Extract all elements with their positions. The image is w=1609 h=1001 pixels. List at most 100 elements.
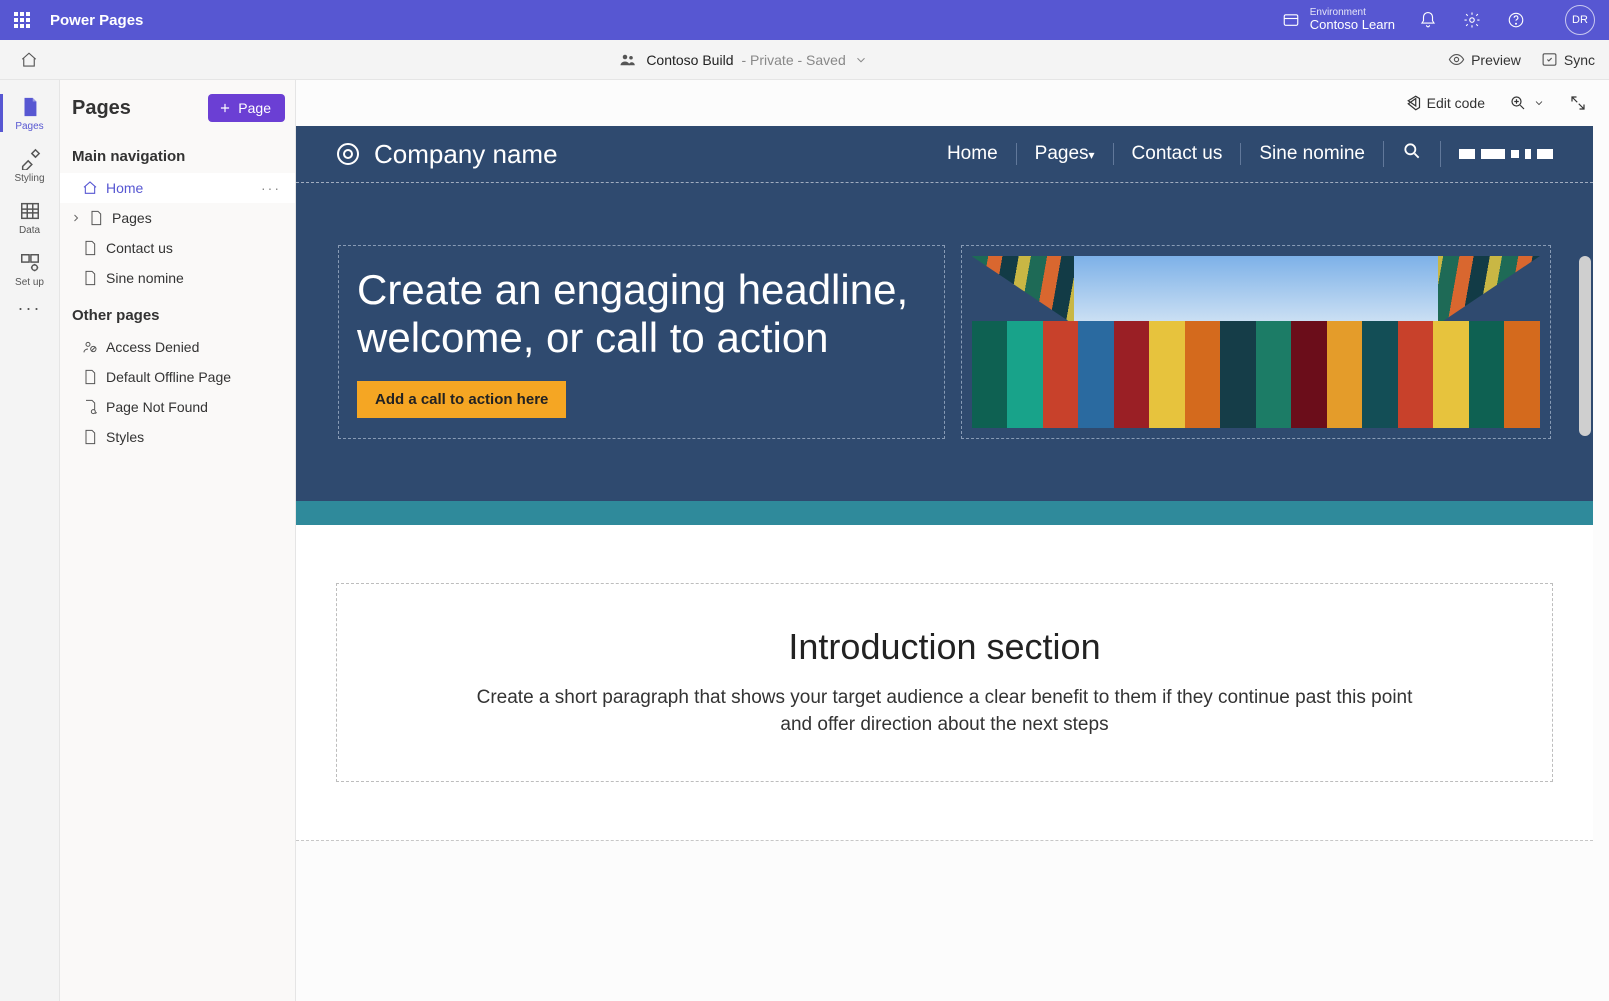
page-icon [88,210,104,226]
rail-styling[interactable]: Styling [0,140,60,190]
add-page-button[interactable]: Page [208,94,285,122]
workspace: Edit code Company name Home Pages▾ Conta… [296,80,1609,1001]
hero-cta-button[interactable]: Add a call to action here [357,381,566,418]
hero-image-box[interactable] [961,245,1552,439]
home-small-icon [82,180,98,196]
site-nav: Home Pages▾ Contact us Sine nomine [929,141,1553,167]
environment-picker[interactable]: Environment Contoso Learn [1282,7,1395,32]
breadcrumb-bar: Contoso Build - Private - Saved Preview … [0,40,1609,80]
plus-icon [218,101,232,115]
zoom-button[interactable] [1509,94,1545,112]
main-area: Pages Styling Data Set up ··· Pages Page… [0,80,1609,1001]
page-icon [82,429,98,445]
hero-text-box[interactable]: Create an engaging headline, welcome, or… [338,245,945,439]
tree-notfound-label: Page Not Found [106,399,208,415]
settings-icon[interactable] [1463,11,1481,29]
section-main-nav: Main navigation [60,134,295,173]
canvas-scrollbar[interactable] [1579,256,1591,436]
tree-styles-label: Styles [106,429,144,445]
site-header[interactable]: Company name Home Pages▾ Contact us Sine… [296,126,1593,182]
tree-contact-label: Contact us [106,240,173,256]
app-launcher-icon[interactable] [14,12,30,28]
tree-offline[interactable]: Default Offline Page [60,362,295,392]
hero-section[interactable]: Create an engaging headline, welcome, or… [296,182,1593,501]
tree-notfound[interactable]: Page Not Found [60,392,295,422]
rail-pages[interactable]: Pages [0,88,60,138]
environment-icon [1282,11,1300,29]
intro-title[interactable]: Introduction section [367,626,1522,668]
help-icon[interactable] [1507,11,1525,29]
add-page-label: Page [238,100,271,116]
eye-icon [1448,51,1465,68]
rail-data[interactable]: Data [0,192,60,242]
site-state: - Private - Saved [741,52,845,68]
rail-data-label: Data [19,225,40,236]
edit-code-label: Edit code [1427,95,1485,111]
styling-icon [19,148,41,170]
hero-headline[interactable]: Create an engaging headline, welcome, or… [357,266,926,363]
site-nav-pages[interactable]: Pages▾ [1017,143,1114,165]
sync-button[interactable]: Sync [1541,51,1595,68]
tree-other: Access Denied Default Offline Page Page … [60,332,295,452]
page-search-icon [82,399,98,415]
site-company-name[interactable]: Company name [374,139,915,170]
site-breadcrumb[interactable]: Contoso Build - Private - Saved [38,51,1448,69]
app-brand: Power Pages [50,12,143,29]
site-search-icon[interactable] [1383,141,1441,167]
rail-pages-label: Pages [15,121,43,132]
site-nav-home[interactable]: Home [929,143,1017,165]
page-icon [82,270,98,286]
tree-home-menu[interactable]: ··· [261,180,281,196]
hero-image [972,256,1541,428]
canvas-toolbar: Edit code [296,80,1609,126]
pages-icon [19,96,41,118]
notifications-icon[interactable] [1419,11,1437,29]
tree-main-nav: Home ··· Pages Contact us Sine nomine [60,173,295,293]
tree-sine[interactable]: Sine nomine [60,263,295,293]
tree-access-denied[interactable]: Access Denied [60,332,295,362]
tree-sine-label: Sine nomine [106,270,184,286]
site-logo-icon [336,142,360,166]
preview-button[interactable]: Preview [1448,51,1521,68]
pages-sidebar: Pages Page Main navigation Home ··· Page… [60,80,296,1001]
tree-styles[interactable]: Styles [60,422,295,452]
expand-icon [1569,94,1587,112]
tree-home[interactable]: Home ··· [60,173,295,203]
user-avatar[interactable]: DR [1565,5,1595,35]
rail-setup[interactable]: Set up [0,244,60,294]
tree-home-label: Home [106,180,143,196]
tree-contact[interactable]: Contact us [60,233,295,263]
chevron-down-icon [1533,97,1545,109]
sync-label: Sync [1564,52,1595,68]
tree-access-label: Access Denied [106,339,199,355]
intro-body[interactable]: Create a short paragraph that shows your… [475,684,1415,739]
tree-offline-label: Default Offline Page [106,369,231,385]
expand-button[interactable] [1569,94,1587,112]
chevron-down-icon[interactable] [854,53,868,67]
rail-styling-label: Styling [14,173,44,184]
site-nav-misc[interactable] [1441,149,1553,159]
environment-value: Contoso Learn [1310,18,1395,32]
sidebar-title: Pages [72,97,131,120]
page-icon [82,240,98,256]
access-icon [82,339,98,355]
section-other: Other pages [60,293,295,332]
site-preview: Company name Home Pages▾ Contact us Sine… [296,126,1593,841]
expand-icon[interactable] [70,212,82,224]
edit-code-button[interactable]: Edit code [1403,94,1485,112]
rail-setup-label: Set up [15,277,44,288]
page-canvas[interactable]: Company name Home Pages▾ Contact us Sine… [296,126,1593,1001]
intro-section[interactable]: Introduction section Create a short para… [296,525,1593,840]
preview-label: Preview [1471,52,1521,68]
zoom-icon [1509,94,1527,112]
intro-box[interactable]: Introduction section Create a short para… [336,583,1553,782]
tree-pages-label: Pages [112,210,152,226]
rail-more[interactable]: ··· [18,298,42,319]
site-nav-contact[interactable]: Contact us [1114,143,1242,165]
home-icon[interactable] [20,51,38,69]
site-name: Contoso Build [646,52,733,68]
site-nav-sine[interactable]: Sine nomine [1241,143,1383,165]
tree-pages[interactable]: Pages [60,203,295,233]
people-icon [618,51,638,69]
setup-icon [19,252,41,274]
